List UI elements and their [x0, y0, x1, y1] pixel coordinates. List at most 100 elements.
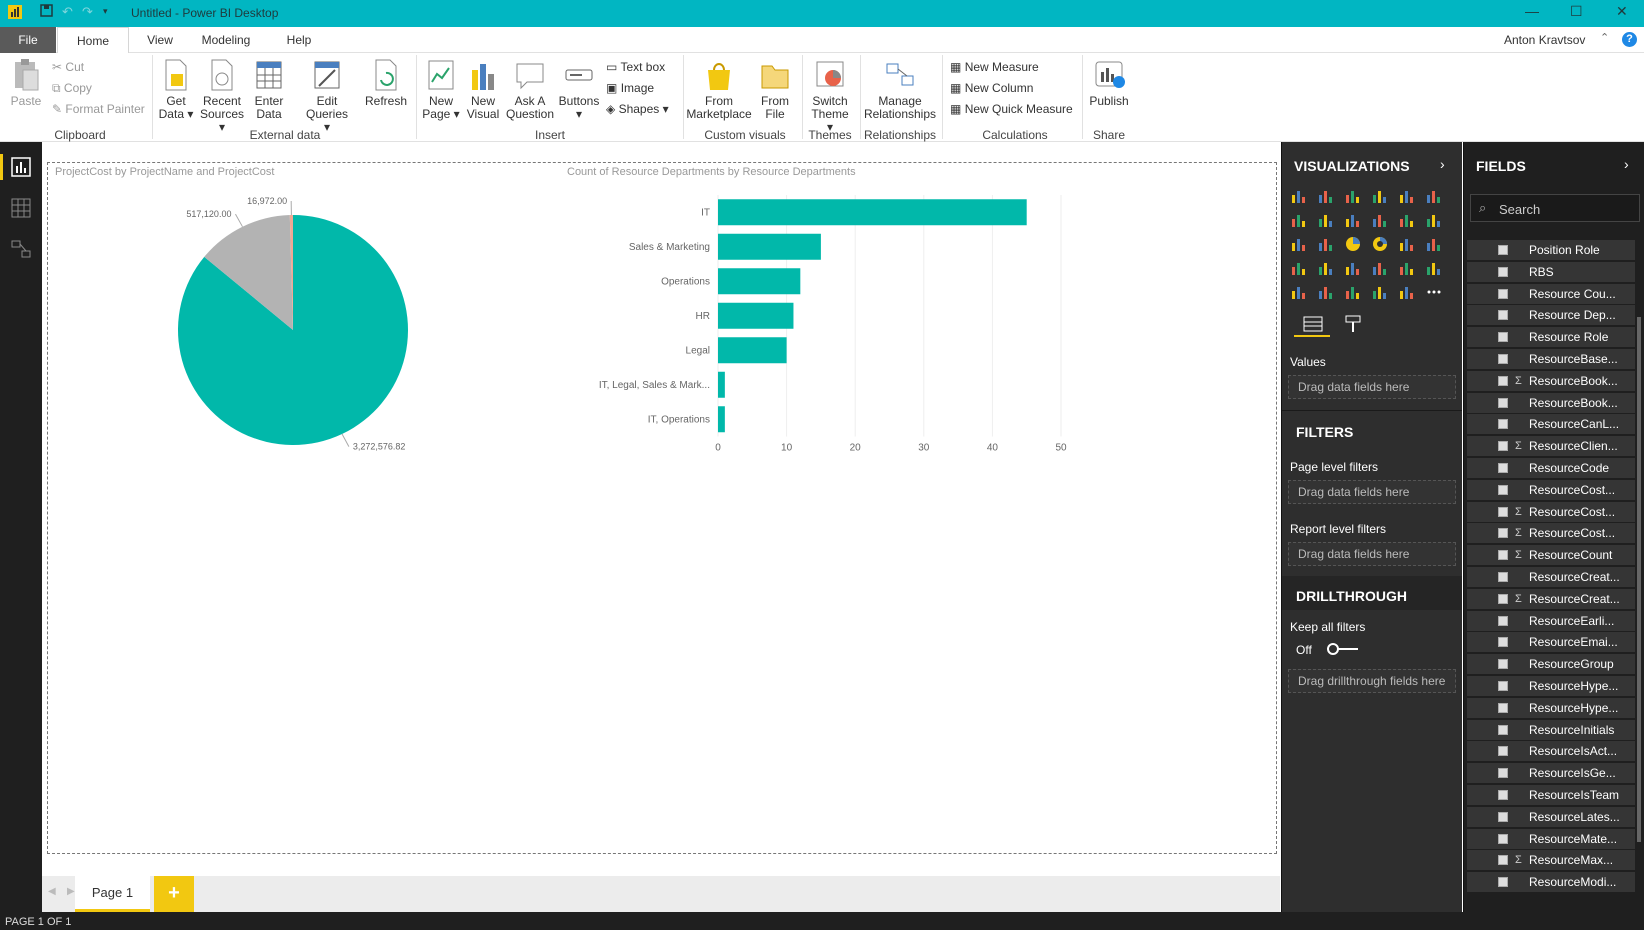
matrix-icon[interactable] — [1344, 283, 1362, 301]
enter-data-button[interactable]: Enter Data — [251, 58, 287, 121]
field-checkbox[interactable] — [1498, 375, 1508, 386]
publish-button[interactable]: Publish — [1087, 58, 1131, 108]
waterfall-icon[interactable] — [1290, 235, 1308, 253]
page-filters-drop-zone[interactable]: Drag data fields here — [1288, 480, 1456, 504]
drillthrough-drop-zone[interactable]: Drag drillthrough fields here — [1288, 669, 1456, 693]
new-measure-button[interactable]: ▦ New Measure — [950, 60, 1039, 74]
field-item[interactable]: Σ ResourceMax... — [1467, 850, 1635, 871]
customize-toolbar-icon[interactable]: ▾ — [103, 6, 108, 17]
field-item[interactable]: ResourceBase... — [1467, 349, 1635, 369]
image-button[interactable]: ▣ Image — [606, 81, 654, 95]
treemap-icon[interactable] — [1398, 235, 1416, 253]
save-icon[interactable] — [40, 4, 53, 20]
r-visual-icon[interactable] — [1371, 283, 1389, 301]
field-item[interactable]: ResourceIsAct... — [1467, 741, 1635, 762]
tab-help[interactable]: Help — [281, 27, 317, 53]
from-file-button[interactable]: From File — [757, 58, 793, 121]
line-chart-icon[interactable] — [1290, 211, 1308, 229]
report-filters-drop-zone[interactable]: Drag data fields here — [1288, 542, 1456, 566]
field-checkbox[interactable] — [1498, 702, 1508, 713]
field-checkbox[interactable] — [1498, 724, 1508, 735]
buttons-button[interactable]: Buttons ▾ — [558, 58, 600, 121]
close-icon[interactable]: ✕ — [1616, 3, 1628, 20]
format-painter-button[interactable]: ✎ Format Painter — [52, 102, 145, 116]
bar[interactable] — [718, 302, 794, 329]
maximize-icon[interactable]: ☐ — [1570, 3, 1583, 20]
field-item[interactable]: ResourceGroup — [1467, 654, 1635, 675]
card-icon[interactable] — [1371, 259, 1389, 277]
fields-scrollbar[interactable] — [1637, 317, 1641, 842]
field-checkbox[interactable] — [1498, 550, 1508, 561]
field-item[interactable]: ResourceCanL... — [1467, 414, 1635, 435]
field-item[interactable]: Σ ResourceCost... — [1467, 523, 1635, 544]
field-checkbox[interactable] — [1498, 419, 1508, 430]
shapes-button[interactable]: ◈ Shapes ▾ — [606, 102, 669, 116]
fields-well-icon[interactable] — [1302, 314, 1324, 337]
field-checkbox[interactable] — [1498, 877, 1508, 888]
report-view-icon[interactable] — [11, 157, 31, 180]
redo-icon[interactable]: ↷ — [82, 4, 93, 20]
keep-filters-toggle[interactable] — [1326, 642, 1360, 659]
field-item[interactable]: Resource Role — [1467, 327, 1635, 348]
bar[interactable] — [718, 371, 725, 398]
paste-button[interactable]: Paste — [8, 58, 44, 108]
field-item[interactable]: RBS — [1467, 261, 1635, 282]
map-icon[interactable] — [1425, 235, 1443, 253]
field-item[interactable]: Resource Cou... — [1467, 283, 1635, 304]
field-item[interactable]: ResourceLates... — [1467, 806, 1635, 827]
field-checkbox[interactable] — [1498, 681, 1508, 691]
cut-button[interactable]: ✂ Cut — [52, 60, 84, 74]
field-item[interactable]: Position Role — [1467, 240, 1635, 260]
ribbon-chart-icon[interactable] — [1425, 211, 1443, 229]
field-checkbox[interactable] — [1498, 572, 1508, 582]
values-drop-zone[interactable]: Drag data fields here — [1288, 375, 1456, 399]
new-visual-button[interactable]: New Visual — [465, 58, 501, 121]
gauge-icon[interactable] — [1344, 259, 1362, 277]
fields-search-box[interactable]: ⌕ Search — [1470, 194, 1640, 222]
field-checkbox[interactable] — [1498, 746, 1508, 757]
chevron-right-icon[interactable]: › — [1624, 156, 1629, 172]
multirow-card-icon[interactable] — [1398, 259, 1416, 277]
bar[interactable] — [718, 268, 801, 295]
field-checkbox[interactable] — [1498, 615, 1508, 626]
tab-home[interactable]: Home — [57, 27, 129, 54]
field-checkbox[interactable] — [1498, 288, 1508, 299]
field-checkbox[interactable] — [1498, 637, 1508, 648]
field-checkbox[interactable] — [1498, 833, 1508, 844]
table-visual-icon[interactable] — [1317, 283, 1335, 301]
manage-relationships-button[interactable]: Manage Relationships — [862, 58, 938, 121]
ask-question-button[interactable]: Ask A Question — [506, 58, 554, 121]
new-quick-measure-button[interactable]: ▦ New Quick Measure — [950, 102, 1073, 116]
user-name[interactable]: Anton Kravtsov — [1504, 33, 1585, 47]
field-checkbox[interactable] — [1498, 441, 1508, 452]
field-item[interactable]: ResourceEarli... — [1467, 610, 1635, 631]
text-box-button[interactable]: ▭ Text box — [606, 60, 665, 74]
tab-modeling[interactable]: Modeling — [196, 27, 256, 53]
field-item[interactable]: Σ ResourceCount — [1467, 545, 1635, 566]
bar[interactable] — [718, 337, 787, 364]
field-checkbox[interactable] — [1498, 593, 1508, 604]
field-item[interactable]: ResourceIsGe... — [1467, 763, 1635, 784]
scatter-icon[interactable] — [1317, 235, 1335, 253]
funnel-icon[interactable] — [1317, 259, 1335, 277]
field-item[interactable]: ResourceCost... — [1467, 479, 1635, 500]
field-item[interactable]: ResourceBook... — [1467, 392, 1635, 413]
field-item[interactable]: ResourceInitials — [1467, 719, 1635, 740]
field-checkbox[interactable] — [1498, 332, 1508, 343]
clustered-column-icon[interactable] — [1371, 187, 1389, 205]
chevron-right-icon[interactable]: › — [1440, 156, 1445, 172]
pie-icon[interactable] — [1344, 235, 1362, 253]
recent-sources-button[interactable]: Recent Sources ▾ — [199, 58, 245, 134]
edit-queries-button[interactable]: Edit Queries ▾ — [304, 58, 350, 134]
donut-icon[interactable] — [1371, 235, 1389, 253]
new-column-button[interactable]: ▦ New Column — [950, 81, 1033, 95]
field-item[interactable]: ResourceEmai... — [1467, 632, 1635, 653]
minimize-icon[interactable]: — — [1525, 3, 1539, 19]
stacked-area-icon[interactable] — [1344, 211, 1362, 229]
field-checkbox[interactable] — [1498, 245, 1508, 255]
new-page-button[interactable]: New Page ▾ — [422, 58, 460, 121]
bar[interactable] — [718, 406, 725, 433]
field-checkbox[interactable] — [1498, 354, 1508, 364]
clustered-bar-icon[interactable] — [1344, 187, 1362, 205]
field-item[interactable]: ResourceIsTeam — [1467, 785, 1635, 805]
